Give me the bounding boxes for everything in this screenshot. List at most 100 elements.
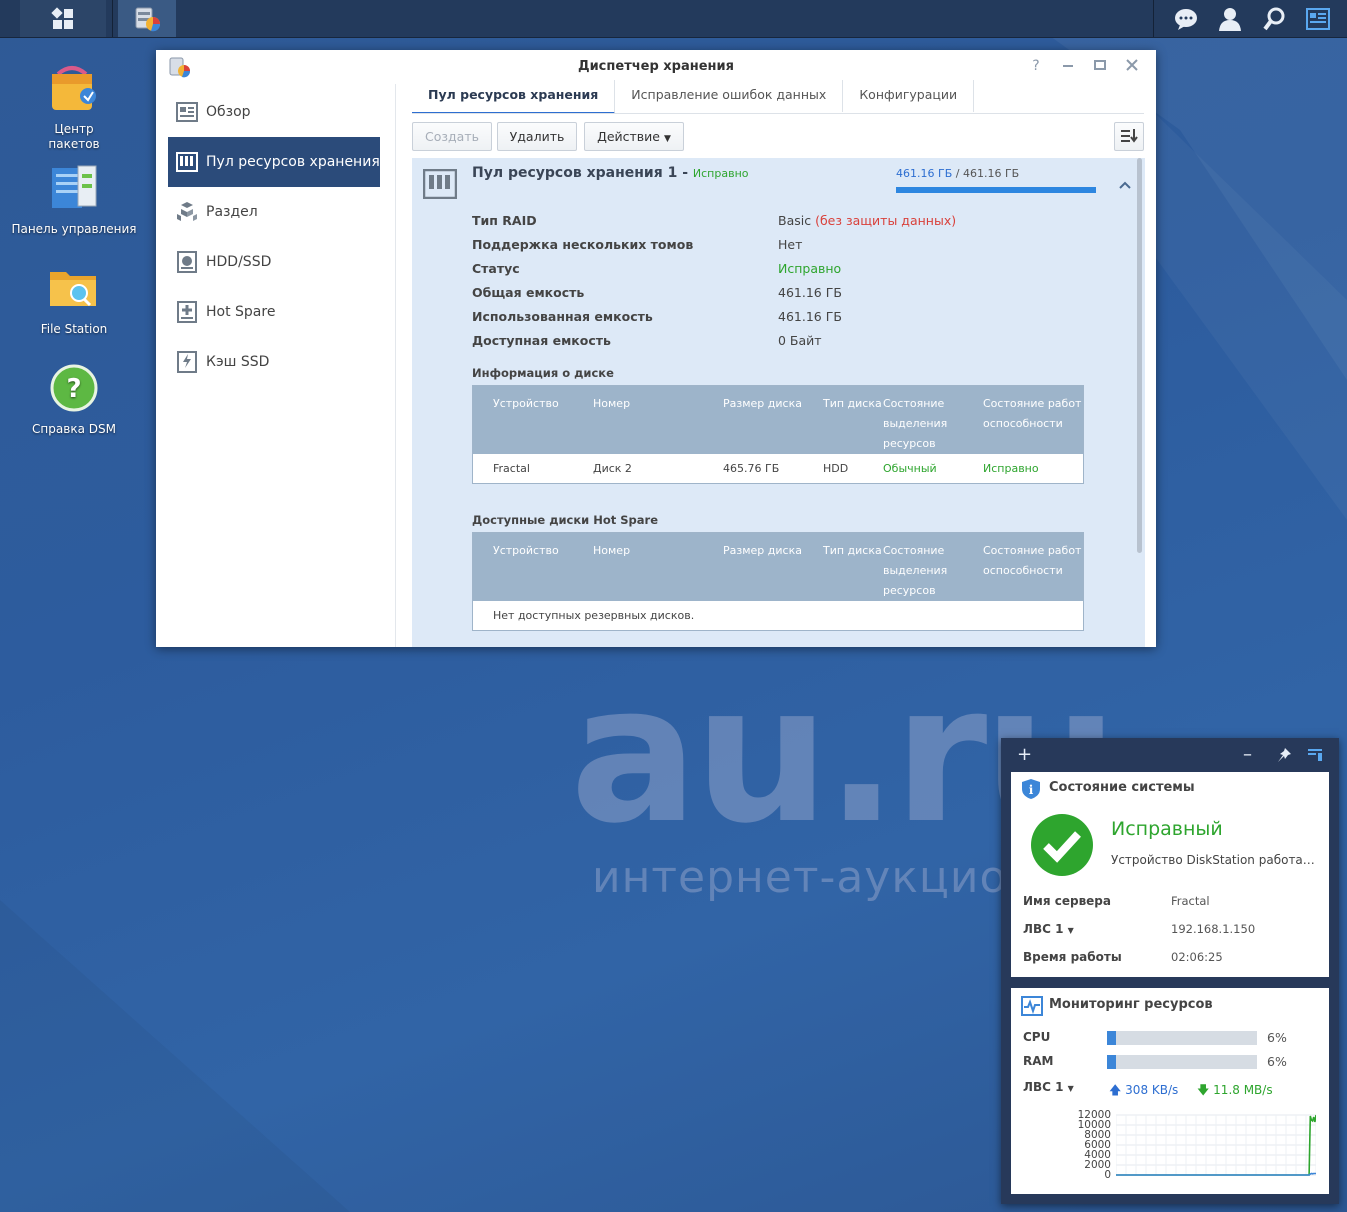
help-button[interactable]: ? [1028,58,1044,74]
search-icon [1263,7,1285,30]
tab-settings[interactable]: Конфигурации [843,80,975,112]
scrollbar[interactable] [1137,158,1142,553]
cell-allocation: Обычный [883,462,937,475]
sidebar-item-ssd-cache[interactable]: Кэш SSD [168,337,380,387]
prop-key: Статус [472,261,520,276]
table-row[interactable]: Fractal Диск 2 465.76 ГБ HDD Обычный Исп… [473,454,1083,483]
hot-spare-table: Устройство Номер Размер диска Тип диска … [472,532,1084,631]
lan-label: ЛВС 1 [1023,922,1064,936]
column-header[interactable]: Тип диска [823,541,882,561]
caret-down-icon: ▼ [1067,1084,1074,1093]
sidebar-item-hdd-ssd[interactable]: HDD/SSD [168,237,380,287]
tab-storage-pool[interactable]: Пул ресурсов хранения [412,80,616,114]
column-header[interactable]: Размер диска [723,394,802,414]
widget-layout-icon[interactable] [1307,747,1323,763]
lan-monitor-label: ЛВС 1 [1023,1080,1064,1094]
prop-value: 0 Байт [778,333,822,348]
prop-key: Доступная емкость [472,333,611,348]
download-rate-value: 11.8 MB/s [1213,1083,1273,1097]
search-button[interactable] [1256,0,1292,37]
prop-value: 461.16 ГБ [778,285,842,300]
pool-usage-fill [896,187,1096,193]
volume-icon [176,201,198,223]
column-header[interactable]: Устройство [493,541,559,561]
notifications-button[interactable] [1168,0,1204,37]
help-icon: ? [50,364,98,412]
server-name-label: Имя сервера [1023,894,1111,908]
ram-percent: 6% [1267,1054,1287,1069]
tab-bar: Пул ресурсов хранения Исправление ошибок… [412,80,975,114]
storage-manager-icon [135,7,161,31]
column-header[interactable]: Номер [593,541,630,561]
desktop-icon-dsm-help[interactable]: ? Справка DSM [4,362,144,437]
storage-pool-big-icon [423,169,457,199]
pool-name: Пул ресурсов хранения 1 [472,165,678,181]
minimize-button[interactable] [1060,58,1076,74]
maximize-icon [1094,60,1106,70]
column-header[interactable]: Размер диска [723,541,802,561]
storage-manager-taskbar-button[interactable] [118,0,176,37]
sidebar-item-volume[interactable]: Раздел [168,187,380,237]
user-icon [1219,7,1241,31]
close-button[interactable] [1124,58,1140,74]
column-header[interactable]: Состояние выделения ресурсов [883,541,973,601]
collapse-icon[interactable] [1118,180,1132,190]
pool-usage-bar [896,187,1096,193]
column-header[interactable]: Состояние работоспособности [983,394,1083,434]
maximize-button[interactable] [1092,58,1108,74]
storage-pool-panel: Пул ресурсов хранения 1 - Исправно 461.1… [412,158,1145,647]
lan-dropdown[interactable]: ЛВС 1 ▼ [1023,922,1074,936]
resource-monitor-card: Мониторинг ресурсов CPU 6% RAM 6% ЛВС 1 … [1011,988,1329,1194]
sort-icon [1121,129,1138,143]
download-rate: 🡇 11.8 MB/s [1197,1081,1273,1102]
action-dropdown[interactable]: Действие ▼ [584,122,684,151]
column-header[interactable]: Устройство [493,394,559,414]
desktop-icon-package-center[interactable]: Центр пакетов [4,62,144,152]
desktop-icon-control-panel[interactable]: Панель управления [4,162,144,237]
cell-health: Исправно [983,462,1039,475]
arrow-down-icon: 🡇 [1197,1083,1210,1097]
cpu-bar-fill [1107,1031,1116,1045]
taskbar [0,0,1347,38]
arrow-up-icon: 🡅 [1109,1083,1122,1097]
sidebar-item-label: Hot Spare [206,304,276,320]
sidebar-item-storage-pool[interactable]: Пул ресурсов хранения [168,137,380,187]
hot-spare-icon [176,301,198,323]
prop-value: 461.16 ГБ [778,309,842,324]
pool-heading[interactable]: Пул ресурсов хранения 1 - Исправно [472,165,749,181]
sidebar-item-overview[interactable]: Обзор [168,87,380,137]
lan-monitor-dropdown[interactable]: ЛВС 1 ▼ [1023,1080,1074,1094]
prop-key: Общая емкость [472,285,585,300]
lan-ip-value: 192.168.1.150 [1171,922,1256,936]
sidebar-item-label: Обзор [206,104,251,120]
pin-icon[interactable] [1276,747,1292,763]
ssd-cache-icon [176,351,198,373]
table-header: Устройство Номер Размер диска Тип диска … [473,386,1083,454]
desktop-icon-file-station[interactable]: File Station [4,262,144,337]
tab-data-scrubbing[interactable]: Исправление ошибок данных [615,80,844,112]
pool-separator: - [682,165,689,181]
user-button[interactable] [1212,0,1248,37]
storage-manager-window: Диспетчер хранения ? Обзор Пул ресурсов … [156,50,1156,647]
sort-button[interactable] [1114,122,1144,151]
delete-button[interactable]: Удалить [497,122,577,151]
prop-key: Использованная емкость [472,309,653,324]
create-button[interactable]: Создать [412,122,492,151]
cell-number: Диск 2 [593,462,632,475]
desktop-icon-label: Справка DSM [32,422,116,436]
minimize-widget-button[interactable]: – [1243,746,1252,764]
storage-pool-icon [176,151,198,173]
column-header[interactable]: Номер [593,394,630,414]
ram-label: RAM [1023,1054,1054,1068]
health-description: Устройство DiskStation работа… [1111,853,1315,867]
system-health-title: Состояние системы [1049,780,1195,795]
add-widget-button[interactable]: + [1017,746,1032,764]
prop-key: Поддержка нескольких томов [472,237,694,252]
column-header[interactable]: Тип диска [823,394,882,414]
prop-value: Нет [778,237,803,252]
widgets-button[interactable] [1300,0,1336,37]
main-menu-button[interactable] [20,0,106,37]
sidebar-item-hot-spare[interactable]: Hot Spare [168,287,380,337]
column-header[interactable]: Состояние выделения ресурсов [883,394,973,454]
column-header[interactable]: Состояние работоспособности [983,541,1083,581]
